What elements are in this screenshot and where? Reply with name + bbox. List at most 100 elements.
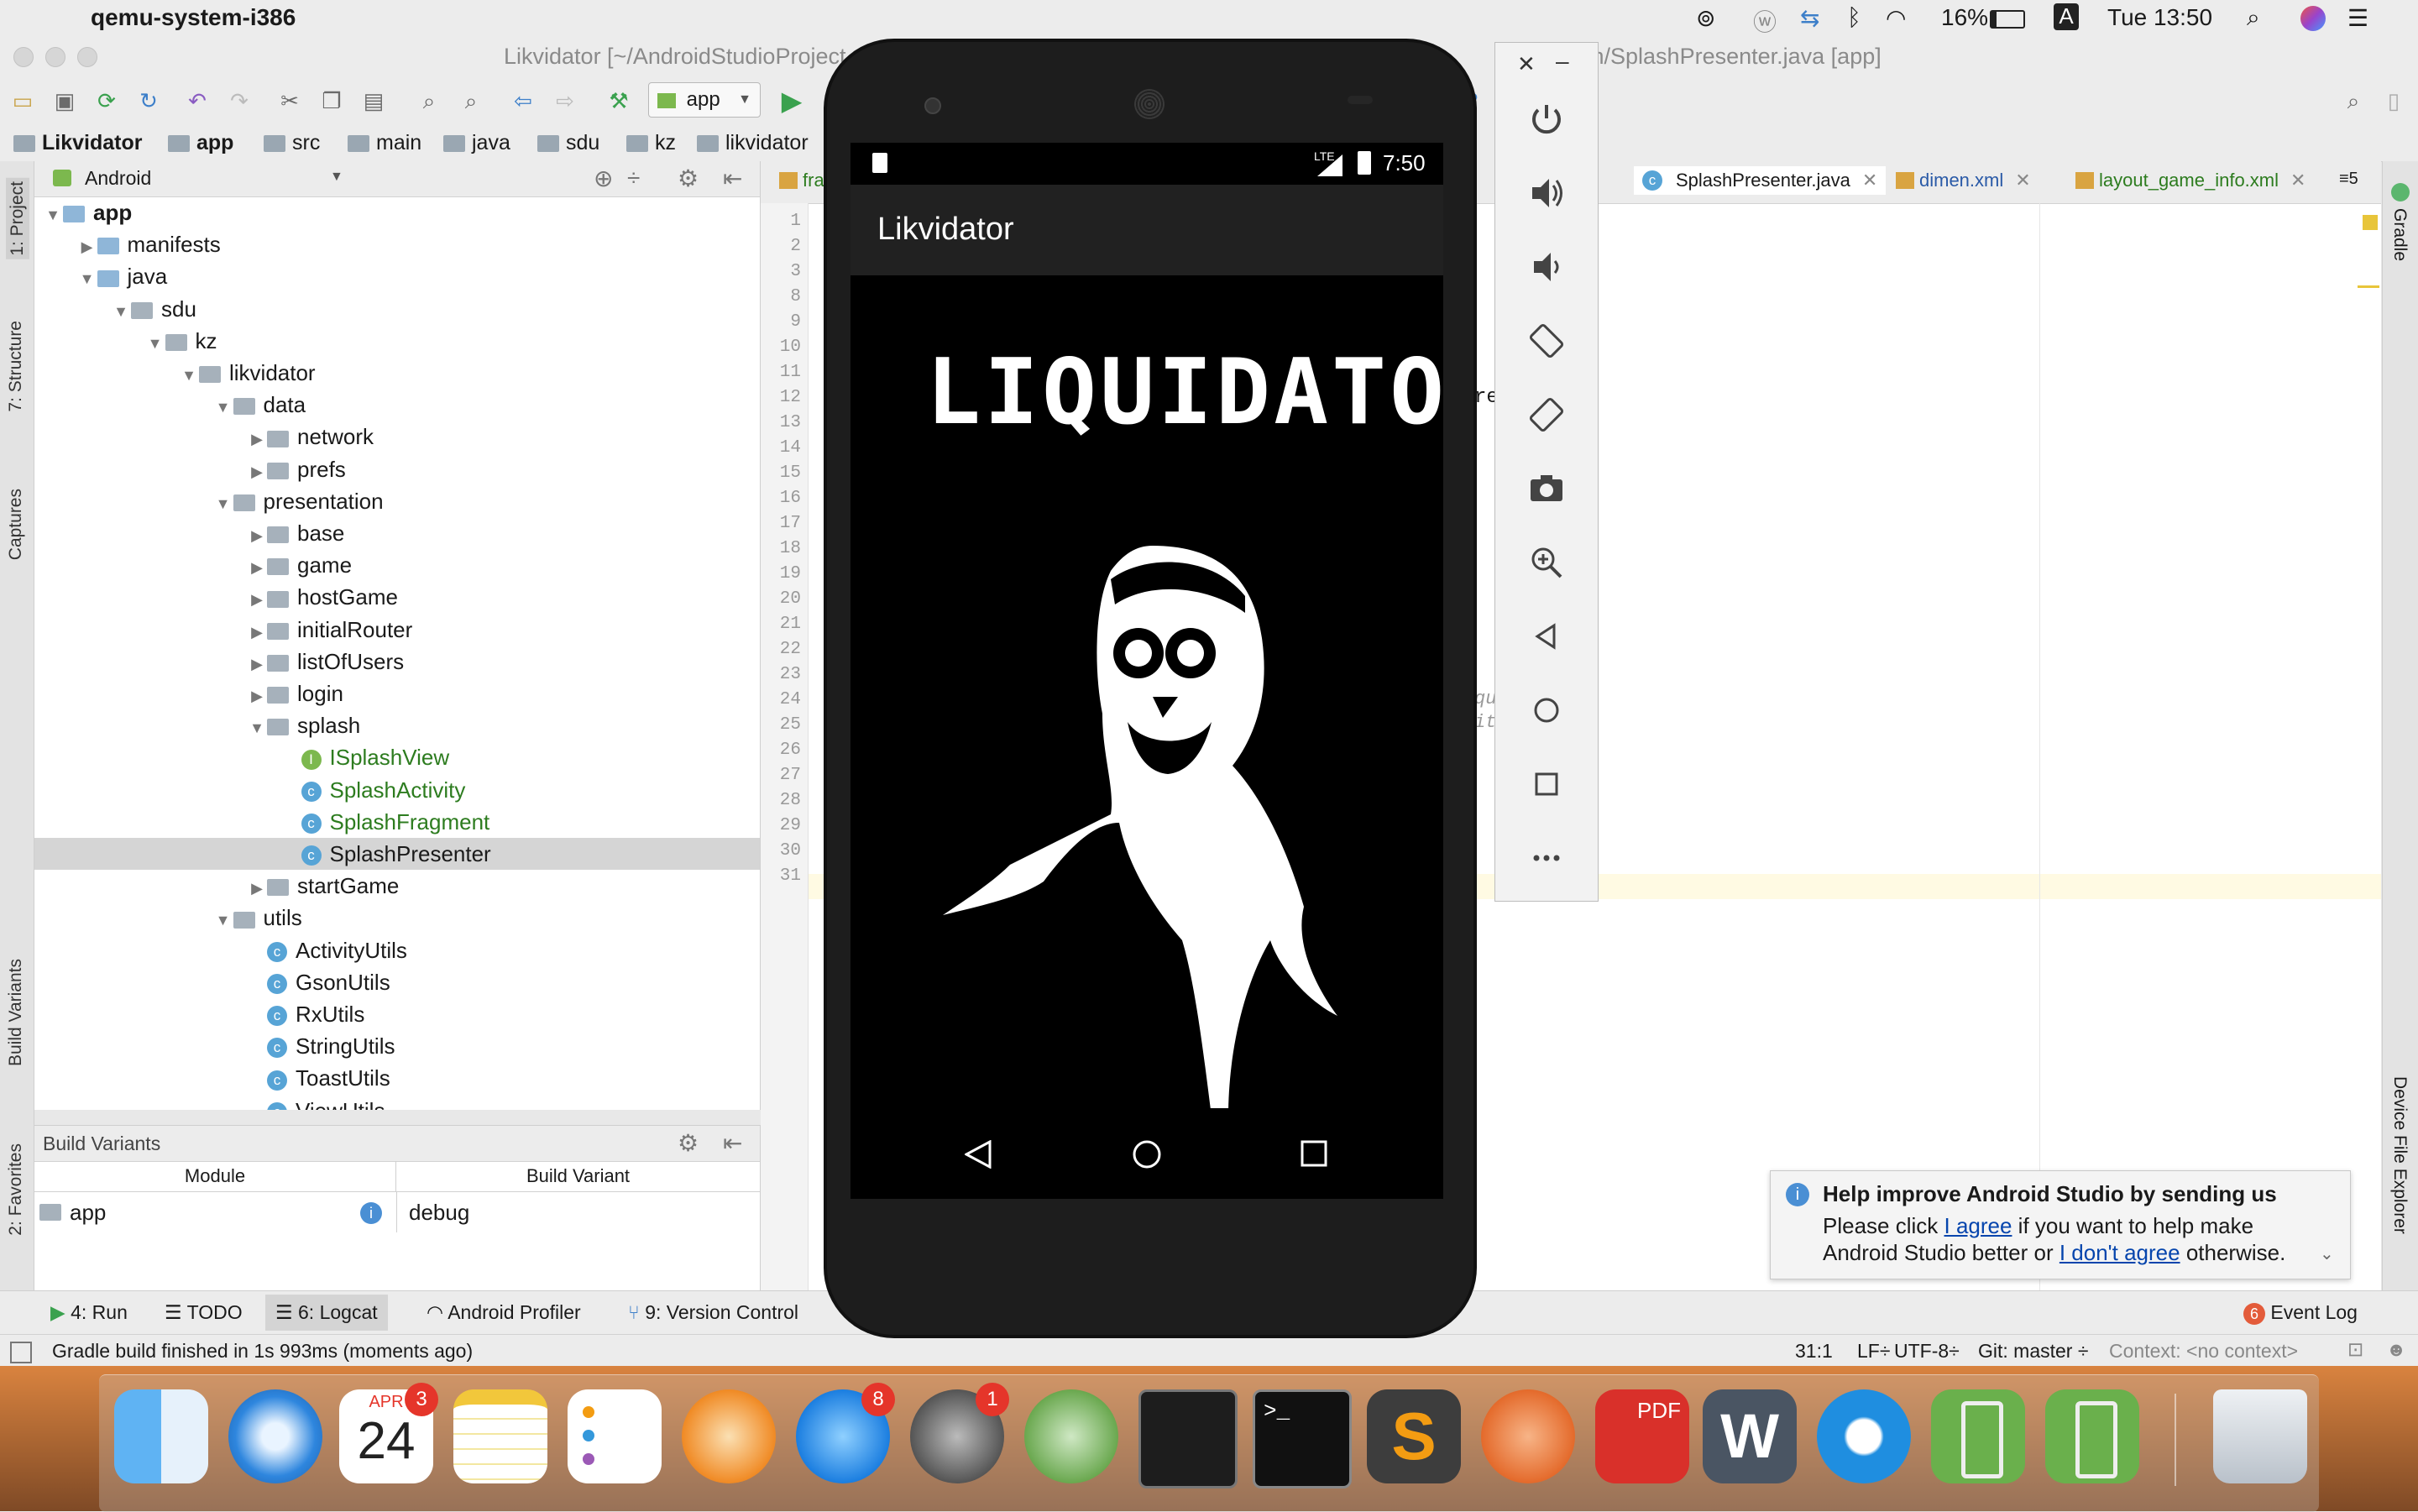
volume-up-icon[interactable]	[1526, 172, 1568, 214]
emulator-screen[interactable]: LTE 7:50 Likvidator LIQUIDATOR	[850, 143, 1443, 1199]
breadcrumb-item[interactable]: main	[348, 131, 421, 155]
overview-icon[interactable]	[1526, 763, 1568, 805]
find-icon[interactable]: ⌕	[415, 86, 443, 115]
chevron-right-icon[interactable]: ▶	[247, 680, 267, 712]
window-close-button[interactable]	[13, 47, 34, 67]
window-minimize-button[interactable]	[45, 47, 65, 67]
paste-icon[interactable]: ▤	[359, 86, 388, 115]
tab-logcat[interactable]: ☰ 6: Logcat	[265, 1295, 388, 1331]
tree-item[interactable]: ▶ initialRouter	[34, 614, 760, 646]
inspection-status-icon[interactable]	[2363, 215, 2378, 230]
tab-version-control[interactable]: ⑂ 9: Version Control	[628, 1301, 798, 1324]
home-icon[interactable]	[1526, 689, 1568, 731]
battery-percent[interactable]: 16%	[1941, 4, 1988, 31]
minimize-icon[interactable]: –	[1556, 48, 1569, 75]
breadcrumb-item[interactable]: likvidator	[697, 131, 809, 155]
tree-item[interactable]: c ActivityUtils	[34, 934, 760, 966]
make-project-icon[interactable]: ⚒	[604, 86, 633, 115]
tree-item[interactable]: ▶ base	[34, 517, 760, 549]
close-icon[interactable]: ✕	[1517, 51, 1536, 77]
word-app-icon[interactable]: W	[1703, 1389, 1797, 1483]
emulator-icon[interactable]	[2045, 1389, 2139, 1483]
calendar-icon[interactable]: APR 24 3	[339, 1383, 438, 1483]
forward-icon[interactable]: ⇨	[551, 86, 579, 115]
search-everywhere-icon[interactable]: ⌕	[2339, 86, 2368, 115]
file-encoding[interactable]: UTF-8÷	[1894, 1340, 1960, 1363]
tab-run[interactable]: ▶ 4: Run	[50, 1301, 128, 1324]
tab-todo[interactable]: ☰ TODO	[165, 1301, 243, 1324]
terminal-icon[interactable]: >_	[1253, 1389, 1352, 1488]
menubar-clock[interactable]: Tue 13:50	[2107, 4, 2212, 31]
tree-item[interactable]: ▼ sdu	[34, 293, 760, 325]
agree-link[interactable]: I agree	[1944, 1213, 2012, 1238]
tree-item[interactable]: ▼ splash	[34, 709, 760, 741]
chevron-down-icon[interactable]: ⌄	[2320, 1243, 2334, 1264]
tree-item[interactable]: c GsonUtils	[34, 966, 760, 998]
lock-icon[interactable]: ⊡	[2347, 1338, 2363, 1361]
chevron-right-icon[interactable]: ▶	[247, 583, 267, 615]
line-separator[interactable]: LF÷	[1857, 1340, 1890, 1363]
tree-item[interactable]: c SplashFragment	[34, 806, 760, 838]
tree-item[interactable]: ▶ manifests	[34, 228, 760, 260]
safari-icon[interactable]	[228, 1389, 322, 1483]
postman-icon[interactable]	[1481, 1389, 1575, 1483]
context-indicator[interactable]: Context: <no context>	[2109, 1340, 2298, 1363]
battery-icon[interactable]	[1990, 10, 2025, 29]
run-config-select[interactable]: app ▼	[648, 82, 761, 118]
back-icon[interactable]: ⇦	[509, 86, 537, 115]
error-stripe-mark[interactable]	[2358, 285, 2379, 288]
undo-icon[interactable]: ↶	[183, 86, 212, 115]
tree-item[interactable]: ▼ app	[34, 196, 760, 228]
tab-structure[interactable]: 7: Structure	[6, 321, 26, 412]
spotlight-search-icon[interactable]: ⌕	[2247, 4, 2260, 32]
sync-icon[interactable]: ⟳	[92, 86, 121, 115]
chevron-down-icon[interactable]: ▼	[330, 170, 343, 185]
column-header-module[interactable]: Module	[34, 1161, 396, 1192]
back-icon[interactable]	[1526, 615, 1568, 657]
info-icon[interactable]: i	[360, 1202, 382, 1224]
tab-dimen-xml[interactable]: dimen.xml ✕	[1896, 170, 2031, 191]
notes-icon[interactable]	[453, 1389, 547, 1483]
activity-monitor-icon[interactable]	[1138, 1389, 1238, 1488]
input-source-indicator[interactable]: A	[2054, 3, 2079, 30]
redo-icon[interactable]: ↷	[225, 86, 254, 115]
tree-item[interactable]: ▶ prefs	[34, 453, 760, 485]
siri-icon[interactable]	[2300, 6, 2326, 31]
tree-item[interactable]: ▶ startGame	[34, 870, 760, 902]
rotate-right-icon[interactable]	[1526, 394, 1568, 436]
system-preferences-icon[interactable]: 1	[910, 1383, 1009, 1483]
close-icon[interactable]: ✕	[2015, 170, 2030, 191]
finder-icon[interactable]	[114, 1389, 208, 1483]
more-icon[interactable]	[1526, 837, 1568, 879]
layout-icon[interactable]: ▯	[2379, 86, 2408, 115]
breadcrumb-item[interactable]: app	[168, 131, 233, 155]
nav-back-icon[interactable]	[965, 1140, 992, 1169]
chevron-right-icon[interactable]: ▶	[247, 423, 267, 455]
chevron-right-icon[interactable]: ▶	[77, 231, 97, 263]
tree-item[interactable]: ▼ kz	[34, 325, 760, 357]
chevron-right-icon[interactable]: ▶	[247, 520, 267, 552]
app-store-icon[interactable]: 8	[796, 1383, 895, 1483]
volume-down-icon[interactable]	[1526, 246, 1568, 288]
menubar-app-name[interactable]: qemu-system-i386	[91, 4, 296, 31]
tree-item[interactable]: ▶ network	[34, 421, 760, 453]
tree-item[interactable]: ▼ likvidator	[34, 357, 760, 389]
nav-recents-icon[interactable]	[1301, 1140, 1327, 1167]
replace-icon[interactable]: ⌕	[457, 86, 485, 115]
emulator-icon[interactable]	[1931, 1389, 2025, 1483]
camera-icon[interactable]	[1526, 468, 1568, 510]
chevron-down-icon[interactable]: ▼	[179, 359, 199, 391]
chevron-down-icon[interactable]: ▼	[145, 327, 165, 359]
tab-project[interactable]: 1: Project	[6, 178, 29, 259]
w-status-icon[interactable]: ⓦ	[1753, 4, 1777, 38]
toggle-tool-windows-icon[interactable]	[10, 1342, 32, 1363]
gradle-icon[interactable]	[2391, 183, 2410, 201]
breadcrumb-item[interactable]: src	[264, 131, 320, 155]
save-icon[interactable]: ▣	[50, 86, 79, 115]
tab-favorites[interactable]: 2: Favorites	[6, 1143, 26, 1236]
chevron-down-icon[interactable]: ▼	[77, 263, 97, 295]
chevron-right-icon[interactable]: ▶	[247, 552, 267, 583]
chevron-down-icon[interactable]: ▼	[213, 488, 233, 520]
tab-captures[interactable]: Captures	[6, 489, 26, 560]
hide-panel-icon[interactable]: ⇤	[723, 165, 742, 192]
